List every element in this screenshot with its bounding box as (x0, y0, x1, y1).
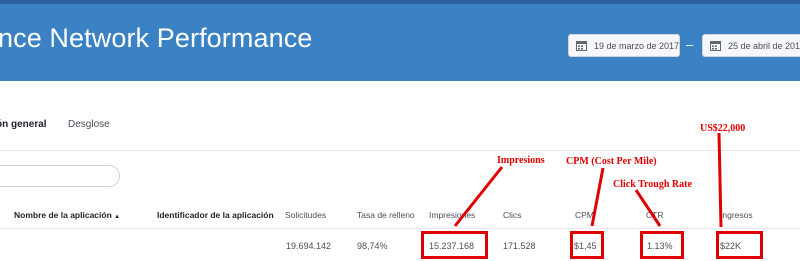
search-input[interactable] (0, 165, 120, 187)
column-header-app-name[interactable]: Nombre de la aplicación ▲ (14, 210, 120, 220)
annotation-impressions: Impresions (497, 155, 545, 166)
column-header-cpm[interactable]: CPM (575, 210, 594, 220)
column-header-label: Nombre de la aplicación (14, 210, 112, 220)
column-header-fill-rate[interactable]: Tasa de relleno (357, 210, 415, 220)
highlight-box-revenue (716, 231, 763, 259)
annotation-cpm: CPM (Cost Per Mile) (566, 156, 657, 167)
cell-fill-rate: 98,74% (357, 241, 388, 251)
column-header-impressions[interactable]: Impresiones (429, 210, 475, 220)
highlight-box-ctr (640, 231, 684, 259)
column-header-requests[interactable]: Solicitudes (285, 210, 326, 220)
annotation-ctr: Click Trough Rate (613, 179, 692, 190)
cell-requests: 19.694.142 (286, 241, 332, 251)
tab-overview[interactable]: ón general (0, 119, 47, 130)
date-separator: – (686, 37, 694, 52)
date-start-label: 19 de marzo de 2017 (594, 40, 680, 51)
highlight-box-impressions (421, 231, 488, 259)
tab-bar: ón general Desglose (0, 81, 800, 151)
column-header-revenue[interactable]: Ingresos (720, 210, 753, 220)
calendar-icon (576, 41, 587, 51)
arrow-ctr (634, 189, 662, 227)
sort-ascending-icon: ▲ (114, 214, 121, 220)
cell-clicks: 171.528 (503, 241, 536, 251)
column-header-clicks[interactable]: Clics (503, 210, 521, 220)
date-end-label: 25 de abril de 2017 (728, 40, 800, 51)
header-divider (0, 228, 800, 229)
page-title: nce Network Performance (0, 23, 313, 53)
calendar-icon (710, 41, 721, 51)
highlight-box-cpm (570, 231, 604, 259)
column-header-app-id[interactable]: Identificador de la aplicación (157, 210, 274, 220)
column-header-ctr[interactable]: CTR (646, 210, 663, 220)
tab-breakdown[interactable]: Desglose (68, 119, 110, 130)
date-end-button[interactable]: 25 de abril de 2017 (702, 34, 800, 57)
annotation-revenue: US$22,000 (700, 123, 746, 134)
header-bar: nce Network Performance 19 de marzo de 2… (0, 0, 800, 81)
date-start-button[interactable]: 19 de marzo de 2017 (568, 34, 680, 57)
